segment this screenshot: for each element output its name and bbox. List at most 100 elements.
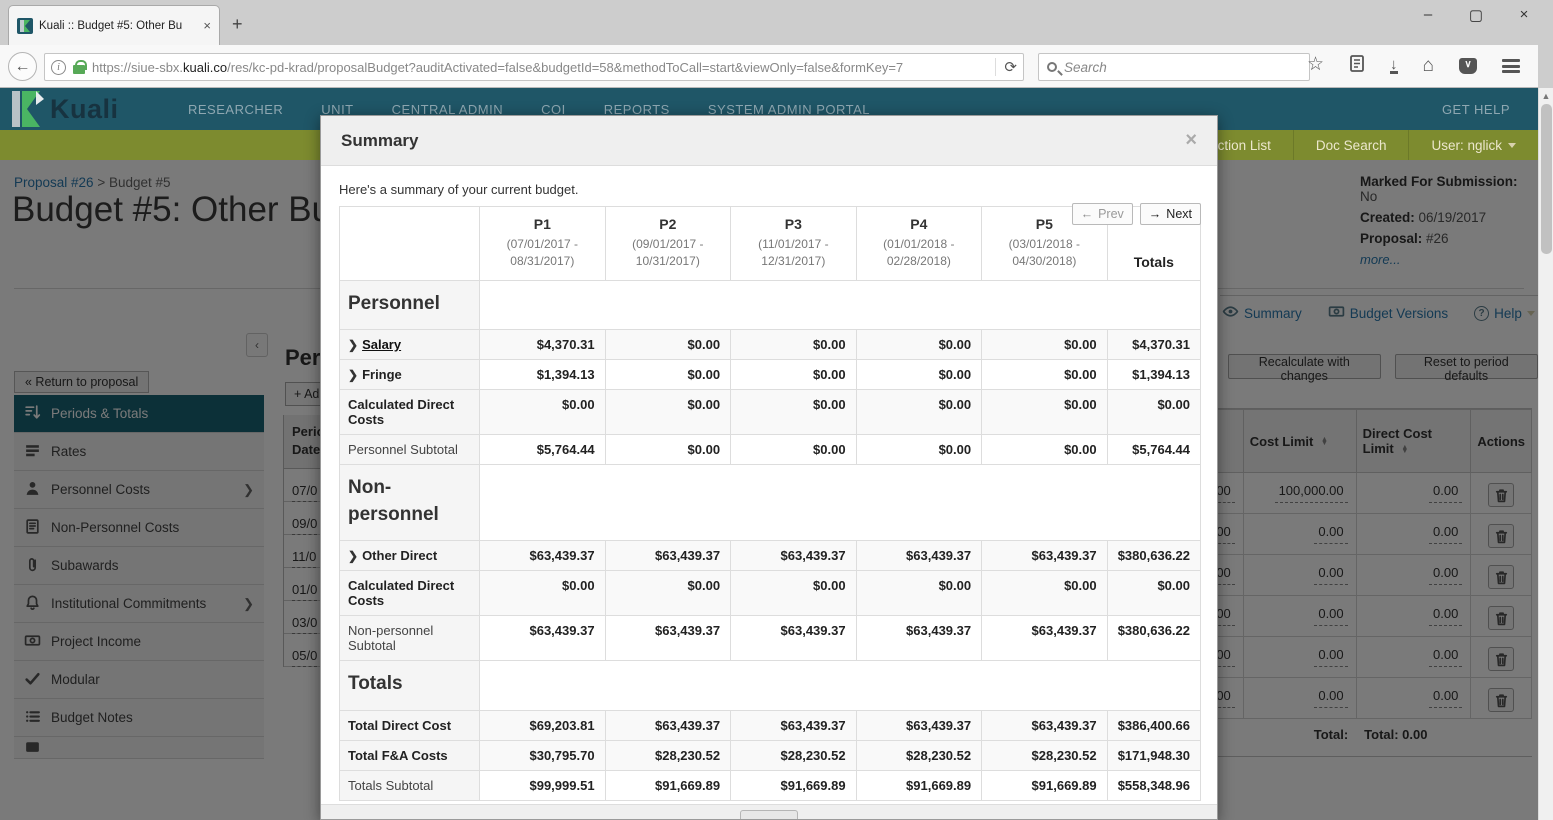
modal-footer-button[interactable]	[740, 810, 798, 820]
next-period-button[interactable]: →Next	[1140, 203, 1201, 225]
period-value-cell: $63,439.37	[856, 616, 982, 661]
period-value-cell: $63,439.37	[480, 541, 606, 571]
row-label: Totals Subtotal	[348, 778, 433, 793]
row-label-cell: ❯Fringe	[340, 360, 480, 390]
section-row-personnel: Personnel	[340, 280, 1201, 330]
period-value-cell: $0.00	[731, 330, 857, 360]
period-value-cell: $63,439.37	[856, 541, 982, 571]
period-value-cell: $5,764.44	[480, 435, 606, 465]
row-label-cell: Total F&A Costs	[340, 740, 480, 770]
url-bar[interactable]: i https://siue-sbx.kuali.co/res/kc-pd-kr…	[44, 53, 1024, 81]
section-label: Personnel	[340, 280, 480, 330]
summary-row-total-direct-cost: Total Direct Cost$69,203.81$63,439.37$63…	[340, 710, 1201, 740]
row-label: Calculated Direct Costs	[348, 397, 454, 427]
row-label-cell: Calculated Direct Costs	[340, 571, 480, 616]
downloads-icon[interactable]: ↓	[1390, 59, 1398, 74]
period-value-cell: $0.00	[480, 390, 606, 435]
period-value-cell: $0.00	[605, 571, 731, 616]
scrollbar-up-arrow-icon[interactable]: ▲	[1539, 88, 1553, 101]
period-value-cell: $63,439.37	[731, 541, 857, 571]
period-value-cell: $0.00	[605, 390, 731, 435]
period-value-cell: $28,230.52	[982, 740, 1108, 770]
summary-empty-header	[340, 207, 480, 281]
kuali-wordmark: Kuali	[50, 94, 119, 125]
get-help-link[interactable]: GET HELP	[1442, 102, 1510, 117]
period-value-cell: $91,669.89	[856, 770, 982, 800]
row-label: Personnel Subtotal	[348, 442, 458, 457]
totals-value-cell: $5,764.44	[1107, 435, 1200, 465]
section-fill	[480, 280, 1201, 330]
period-value-cell: $0.00	[605, 435, 731, 465]
page-info-icon[interactable]: i	[51, 60, 66, 75]
kuali-logo[interactable]: Kuali	[6, 89, 176, 129]
period-value-cell: $0.00	[731, 435, 857, 465]
period-value-cell: $0.00	[856, 390, 982, 435]
utility-link-user-nglick[interactable]: User: nglick	[1408, 130, 1538, 160]
prev-period-button[interactable]: ←Prev	[1072, 203, 1133, 225]
summary-modal: Summary × Here's a summary of your curre…	[320, 115, 1218, 820]
bookmark-star-icon[interactable]: ☆	[1307, 53, 1324, 76]
modal-body: Here's a summary of your current budget.…	[321, 166, 1217, 801]
kuali-logo-icon	[6, 89, 48, 129]
back-button[interactable]: ←	[8, 52, 37, 81]
period-value-cell: $28,230.52	[731, 740, 857, 770]
period-value-cell: $91,669.89	[731, 770, 857, 800]
period-value-cell: $0.00	[982, 390, 1108, 435]
utility-link-doc-search[interactable]: Doc Search	[1293, 130, 1409, 160]
scrollbar-thumb[interactable]	[1541, 104, 1552, 254]
section-label: Totals	[340, 661, 480, 711]
search-icon	[1047, 62, 1057, 72]
summary-row-totals-subtotal: Totals Subtotal$99,999.51$91,669.89$91,6…	[340, 770, 1201, 800]
section-fill	[480, 465, 1201, 541]
period-value-cell: $63,439.37	[731, 616, 857, 661]
new-tab-button[interactable]: +	[232, 14, 243, 35]
section-label: Non-personnel	[340, 465, 480, 541]
period-value-cell: $63,439.37	[605, 616, 731, 661]
totals-value-cell: $380,636.22	[1107, 616, 1200, 661]
home-icon[interactable]: ⌂	[1423, 55, 1434, 77]
kuali-favicon-icon	[17, 18, 33, 34]
summary-row-salary: ❯Salary$4,370.31$0.00$0.00$0.00$0.00$4,3…	[340, 330, 1201, 360]
pocket-icon[interactable]: ∨	[1459, 58, 1477, 74]
summary-row-calculated-direct-costs: Calculated Direct Costs$0.00$0.00$0.00$0…	[340, 571, 1201, 616]
period-value-cell: $91,669.89	[982, 770, 1108, 800]
https-lock-icon[interactable]	[73, 65, 85, 74]
row-label[interactable]: Salary	[362, 337, 401, 352]
row-label: Total F&A Costs	[348, 748, 448, 763]
period-value-cell: $0.00	[982, 360, 1108, 390]
window-maximize-button[interactable]: ▢	[1465, 6, 1487, 24]
url-text[interactable]: https://siue-sbx.kuali.co/res/kc-pd-krad…	[92, 60, 988, 75]
nav-item-researcher[interactable]: RESEARCHER	[188, 102, 283, 117]
row-label-cell: Total Direct Cost	[340, 710, 480, 740]
row-label-cell: ❯Other Direct	[340, 541, 480, 571]
period-value-cell: $0.00	[856, 360, 982, 390]
period-value-cell: $0.00	[731, 390, 857, 435]
row-label-cell: Personnel Subtotal	[340, 435, 480, 465]
tab-close-icon[interactable]: ×	[203, 18, 211, 33]
period-value-cell: $28,230.52	[856, 740, 982, 770]
period-value-cell: $63,439.37	[605, 710, 731, 740]
totals-value-cell: $558,348.96	[1107, 770, 1200, 800]
bookmarks-icon[interactable]	[1349, 55, 1365, 77]
modal-header: Summary ×	[321, 116, 1217, 166]
totals-value-cell: $386,400.66	[1107, 710, 1200, 740]
period-column-header-p2: P2(09/01/2017 - 10/31/2017)	[605, 207, 731, 281]
period-value-cell: $63,439.37	[982, 616, 1108, 661]
totals-value-cell: $171,948.30	[1107, 740, 1200, 770]
period-value-cell: $30,795.70	[480, 740, 606, 770]
menu-icon[interactable]	[1502, 57, 1520, 76]
window-close-button[interactable]: ×	[1513, 6, 1535, 24]
period-value-cell: $0.00	[982, 435, 1108, 465]
period-value-cell: $4,370.31	[480, 330, 606, 360]
browser-tab[interactable]: Kuali :: Budget #5: Other Bu ×	[8, 5, 220, 45]
reload-icon[interactable]: ⟳	[995, 58, 1017, 76]
totals-value-cell: $0.00	[1107, 390, 1200, 435]
browser-scrollbar[interactable]: ▲	[1538, 88, 1553, 820]
period-value-cell: $0.00	[982, 330, 1108, 360]
window-minimize-button[interactable]: –	[1417, 6, 1439, 24]
period-value-cell: $99,999.51	[480, 770, 606, 800]
period-value-cell: $63,439.37	[605, 541, 731, 571]
modal-close-icon[interactable]: ×	[1185, 129, 1197, 152]
summary-row-calculated-direct-costs: Calculated Direct Costs$0.00$0.00$0.00$0…	[340, 390, 1201, 435]
search-bar[interactable]: Search	[1038, 53, 1310, 81]
